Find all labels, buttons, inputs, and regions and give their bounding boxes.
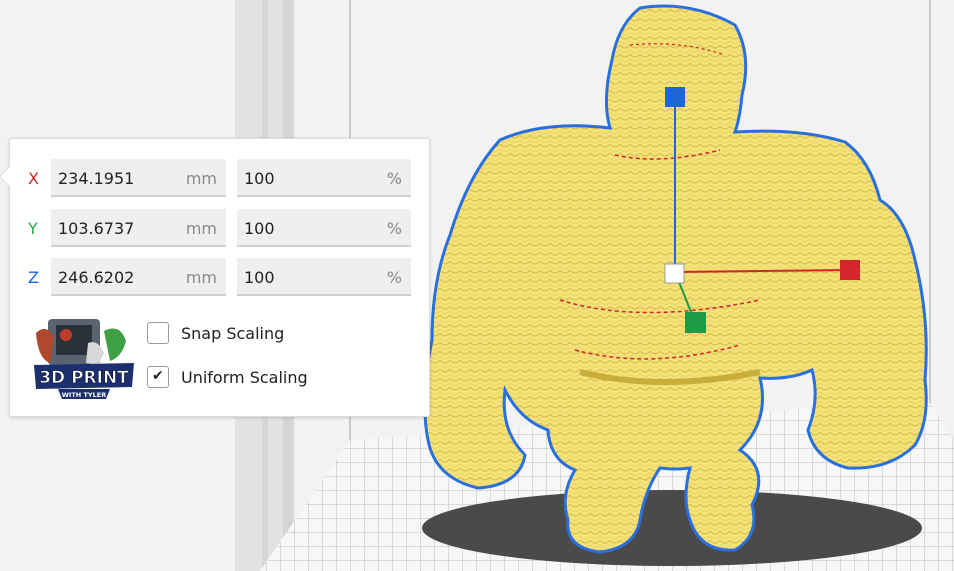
snap-scaling-label[interactable]: Snap Scaling xyxy=(181,324,284,343)
logo-text-sub: WITH TYLER xyxy=(62,391,106,399)
x-size-unit: mm xyxy=(185,169,217,188)
uniform-scale-handle[interactable] xyxy=(664,263,685,284)
x-size-value[interactable]: 234.1951 xyxy=(58,169,134,188)
x-size-field[interactable]: 234.1951 mm xyxy=(51,159,226,197)
x-percent-field[interactable]: 100 % xyxy=(237,159,411,197)
z-size-field[interactable]: 246.6202 mm xyxy=(51,258,226,296)
z-axis-label: Z xyxy=(28,268,39,287)
z-percent-unit: % xyxy=(386,268,402,287)
z-percent-value[interactable]: 100 xyxy=(244,268,275,287)
z-scale-row: Z 246.6202 mm 100 % xyxy=(10,258,420,296)
x-scale-handle[interactable] xyxy=(840,260,860,280)
x-percent-value[interactable]: 100 xyxy=(244,169,275,188)
y-size-value[interactable]: 103.6737 xyxy=(58,219,134,238)
z-scale-handle[interactable] xyxy=(665,87,685,107)
y-scale-handle[interactable] xyxy=(685,312,706,333)
z-percent-field[interactable]: 100 % xyxy=(237,258,411,296)
x-percent-unit: % xyxy=(386,169,402,188)
z-size-unit: mm xyxy=(185,268,217,287)
y-size-field[interactable]: 103.6737 mm xyxy=(51,209,226,247)
snap-scaling-checkbox[interactable] xyxy=(147,322,169,344)
y-axis-label: Y xyxy=(28,219,38,238)
y-size-unit: mm xyxy=(185,219,217,238)
uniform-scaling-label[interactable]: Uniform Scaling xyxy=(181,368,308,387)
logo-text-main: 3D PRINT xyxy=(39,368,129,388)
scale-tool-panel: X 234.1951 mm 100 % Y 103.6737 mm 100 % … xyxy=(0,138,430,417)
y-scale-row: Y 103.6737 mm 100 % xyxy=(10,209,420,247)
x-axis-label: X xyxy=(28,169,39,188)
z-size-value[interactable]: 246.6202 xyxy=(58,268,134,287)
checkmark-icon: ✔ xyxy=(152,368,164,384)
y-percent-unit: % xyxy=(386,219,402,238)
y-percent-value[interactable]: 100 xyxy=(244,219,275,238)
3d-print-with-tyler-logo: 3D PRINT WITH TYLER xyxy=(28,313,140,405)
y-percent-field[interactable]: 100 % xyxy=(237,209,411,247)
x-scale-row: X 234.1951 mm 100 % xyxy=(10,159,420,197)
uniform-scaling-checkbox[interactable]: ✔ xyxy=(147,366,169,388)
